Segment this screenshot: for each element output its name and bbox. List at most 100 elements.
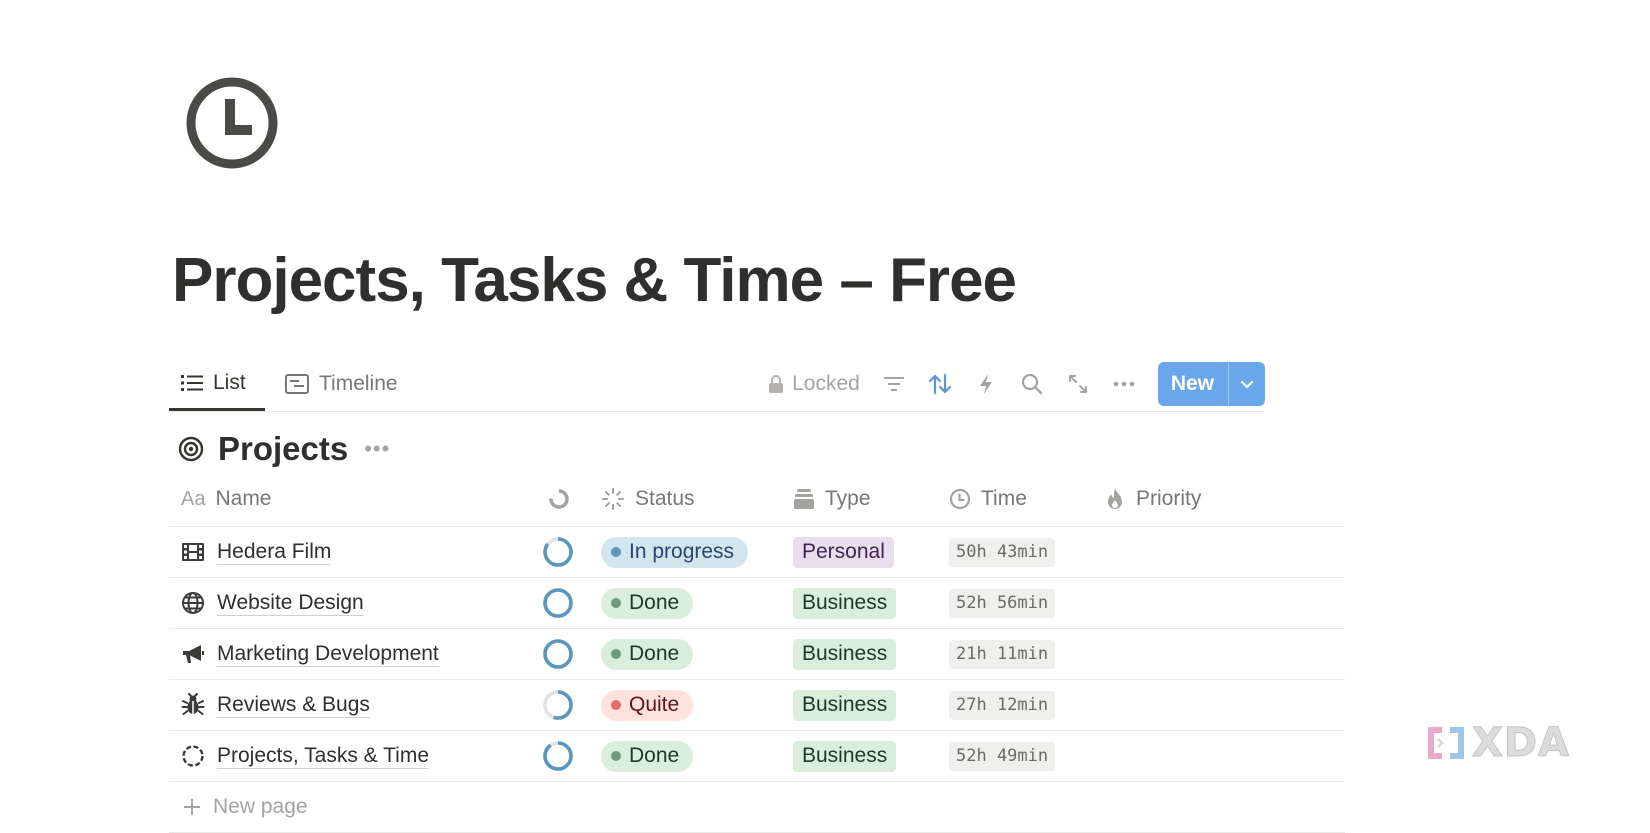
automation-lightning-icon[interactable] [974,372,998,396]
status-pill: In progress [601,536,749,568]
list-icon [181,375,203,391]
status-cell[interactable]: Done [601,578,694,628]
new-button[interactable]: New [1158,362,1228,406]
type-cell[interactable]: Business [793,731,897,781]
table-header: Aa Name Status Type Time Priority [169,472,1345,527]
type-tag: Business [793,740,897,772]
table-row[interactable]: Hedera Film In progress Personal 50h 43m… [169,527,1345,578]
status-pill: Done [601,587,694,619]
table-row[interactable]: Website Design Done Business 52h 56min [169,578,1345,629]
tab-timeline[interactable]: Timeline [277,358,398,410]
projects-table: Aa Name Status Type Time Priority Hedera… [169,472,1345,833]
locked-indicator[interactable]: Locked [768,372,860,396]
filter-icon[interactable] [882,372,906,396]
progress-cell [542,629,574,679]
column-header-time[interactable]: Time [949,472,1027,526]
tab-list[interactable]: List [169,358,265,411]
project-name: Reviews & Bugs [217,692,370,718]
bug-icon [181,693,205,715]
new-button-group: New [1157,362,1265,406]
type-tag: Personal [793,536,894,568]
progress-ring [543,588,573,618]
time-cell[interactable]: 27h 12min [949,680,1056,730]
name-cell[interactable]: Reviews & Bugs [181,680,370,730]
status-cell[interactable]: Quite [601,680,694,730]
progress-cell [542,731,574,781]
name-cell[interactable]: Marketing Development [181,629,439,679]
time-value: 21h 11min [949,639,1056,669]
status-dot [611,751,621,761]
name-cell[interactable]: Website Design [181,578,364,628]
time-value: 52h 49min [949,741,1056,771]
type-tag: Business [793,638,897,670]
status-cell[interactable]: Done [601,629,694,679]
view-toolbar: List Timeline Locked New [169,358,1265,412]
lock-icon [769,375,784,393]
target-icon [178,436,204,462]
megaphone-icon [183,645,204,663]
time-cell[interactable]: 52h 49min [949,731,1056,781]
select-icon [794,489,814,509]
status-label: Done [629,642,680,665]
table-row[interactable]: Marketing Development Done Business 21h … [169,629,1345,680]
xda-logo-icon [1428,727,1464,759]
tab-list-label: List [213,371,246,394]
type-cell[interactable]: Business [793,680,897,730]
progress-fill [543,741,573,771]
status-cell[interactable]: Done [601,731,694,781]
status-dot [611,547,621,557]
column-label-type: Type [825,487,871,510]
status-pill: Quite [601,689,694,721]
toolbar-actions: Locked New [768,358,1265,410]
time-cell[interactable]: 50h 43min [949,527,1056,577]
name-cell[interactable]: Projects, Tasks & Time [181,731,430,781]
column-header-type[interactable]: Type [793,472,871,526]
column-header-name[interactable]: Aa Name [181,472,272,526]
more-options-icon[interactable] [1112,372,1136,396]
xda-watermark: XDA [1424,720,1570,767]
type-cell[interactable]: Personal [793,527,894,577]
globe-icon [182,592,204,614]
type-cell[interactable]: Business [793,578,897,628]
type-cell[interactable]: Business [793,629,897,679]
status-cell[interactable]: In progress [601,527,749,577]
progress-ring [543,639,573,669]
column-label-priority: Priority [1136,487,1202,510]
expand-icon[interactable] [1066,372,1090,396]
name-cell[interactable]: Hedera Film [181,527,332,577]
clock-icon [186,77,278,169]
project-name: Website Design [217,590,364,616]
column-label-time: Time [981,487,1027,510]
search-icon[interactable] [1020,372,1044,396]
timeline-icon [285,374,309,394]
time-value: 52h 56min [949,588,1056,618]
project-name: Projects, Tasks & Time [217,743,430,769]
page-title: Projects, Tasks & Time – Free [172,246,1017,315]
table-row[interactable]: Reviews & Bugs Quite Business 27h 12min [169,680,1345,731]
new-dropdown-button[interactable] [1229,362,1265,406]
status-dot [611,700,621,710]
time-cell[interactable]: 21h 11min [949,629,1056,679]
status-dot [611,649,621,659]
column-header-status[interactable]: Status [601,472,695,526]
new-page-button[interactable]: New page [169,782,1345,833]
sort-icon[interactable] [928,372,952,396]
fire-icon [1108,488,1122,509]
column-header-priority[interactable]: Priority [1104,472,1201,526]
progress-fill [543,639,573,669]
text-aa-icon: Aa [181,487,206,510]
group-more-icon[interactable]: ••• [364,436,390,462]
status-pill: Done [601,638,694,670]
status-label: Quite [629,693,680,716]
xda-watermark-text: XDA [1472,720,1570,767]
table-row[interactable]: Projects, Tasks & Time Done Business 52h… [169,731,1345,782]
status-label: Done [629,591,680,614]
progress-ring [543,537,573,567]
column-label-name: Name [215,487,272,510]
status-label: In progress [629,540,735,563]
column-header-progress[interactable] [548,472,570,526]
progress-ring [543,741,573,771]
time-cell[interactable]: 52h 56min [949,578,1056,628]
type-tag: Business [793,587,897,619]
clock-icon [949,488,971,510]
